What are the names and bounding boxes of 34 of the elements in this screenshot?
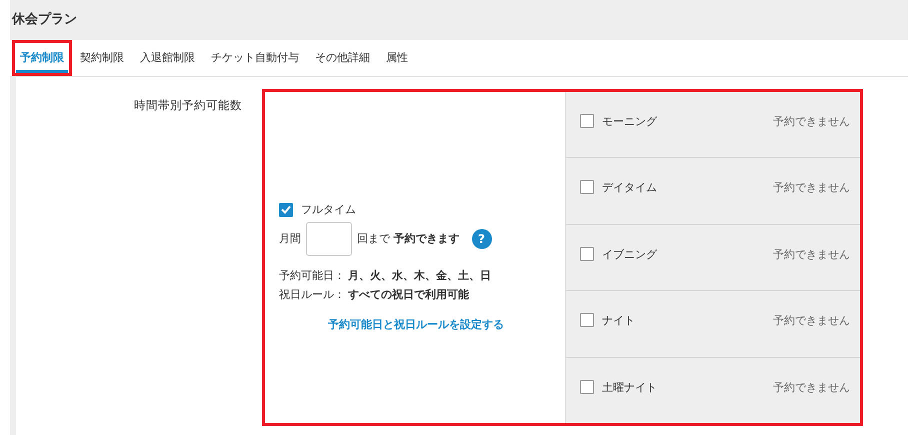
field-label: 時間帯別予約可能数 bbox=[134, 98, 242, 112]
status-text: 予約できません bbox=[773, 114, 850, 130]
checkbox[interactable] bbox=[580, 114, 594, 128]
field-suffix: 回まで 予約できます bbox=[357, 230, 460, 247]
checkbox[interactable] bbox=[580, 246, 594, 261]
tab[interactable]: その他詳細 bbox=[307, 40, 378, 76]
checkbox[interactable] bbox=[580, 380, 594, 394]
info-label: 予約可能日： bbox=[279, 268, 345, 284]
field-label: 月間 bbox=[279, 230, 301, 247]
info-value: 月、火、水、木、金、土、日 bbox=[348, 268, 491, 284]
tab[interactable]: 契約制限 bbox=[72, 40, 132, 76]
checkbox-label: モーニング bbox=[602, 114, 657, 130]
info-value: すべての祝日で利用可能 bbox=[348, 286, 469, 302]
checkbox-label: ナイト bbox=[602, 313, 635, 330]
status-text: 予約できません bbox=[773, 180, 850, 196]
tab[interactable]: 予約制限 bbox=[12, 40, 72, 76]
settings-link[interactable]: 予約可能日と祝日ルールを設定する bbox=[328, 318, 504, 331]
tab[interactable]: チケット自動付与 bbox=[203, 40, 307, 76]
checkbox-label: フルタイム bbox=[301, 202, 356, 218]
checkbox-label: 土曜ナイト bbox=[602, 380, 657, 396]
page-title: 休会プラン bbox=[10, 10, 78, 29]
checkbox[interactable] bbox=[580, 180, 594, 194]
status-text: 予約できません bbox=[773, 380, 850, 396]
checkbox[interactable] bbox=[279, 202, 293, 217]
count-input[interactable] bbox=[306, 222, 352, 256]
checkbox-label: イブニング bbox=[602, 246, 657, 263]
status-text: 予約できません bbox=[773, 313, 850, 330]
info-label: 祝日ルール： bbox=[279, 286, 345, 302]
tab[interactable]: 属性 bbox=[378, 40, 416, 76]
checkbox-label: デイタイム bbox=[602, 180, 657, 196]
tab[interactable]: 入退館制限 bbox=[132, 40, 203, 76]
help-button[interactable]: ? bbox=[472, 229, 492, 249]
checkbox[interactable] bbox=[580, 313, 594, 328]
status-text: 予約できません bbox=[773, 246, 850, 263]
